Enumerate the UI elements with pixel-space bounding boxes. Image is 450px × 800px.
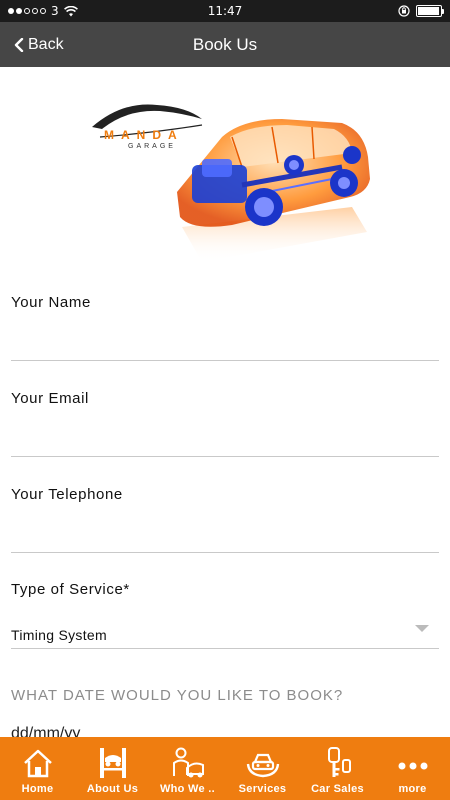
car-key-icon <box>327 747 351 777</box>
tab-home[interactable]: Home <box>0 737 75 800</box>
tab-label: more <box>398 783 427 795</box>
service-label: Type of Service* <box>11 581 130 598</box>
hero-car-image <box>92 104 370 262</box>
more-dots-icon <box>398 762 427 770</box>
service-select[interactable]: Timing System <box>11 617 439 649</box>
page-title: Book Us <box>192 35 258 54</box>
back-button[interactable]: Back <box>14 22 64 67</box>
status-right <box>398 5 444 17</box>
car-hands-icon <box>246 753 279 778</box>
mechanic-icon <box>172 747 204 778</box>
battery-level <box>418 7 439 15</box>
telephone-field-group: Your Telephone <box>11 486 439 503</box>
back-label: Back <box>28 35 64 53</box>
tab-who-we[interactable]: Who We .. <box>150 737 225 800</box>
email-label: Your Email <box>11 390 89 407</box>
date-question: WHAT DATE WOULD YOU LIKE TO BOOK? <box>11 687 344 704</box>
tab-label: Car Sales <box>311 783 364 795</box>
tab-services[interactable]: Services <box>225 737 300 800</box>
lift-icon <box>99 748 126 778</box>
booking-form: MANDA GARAGE Your Name Your Email Your T… <box>0 67 450 737</box>
service-field-group: Type of Service* <box>11 581 439 598</box>
name-field-group: Your Name <box>11 294 439 311</box>
telephone-label: Your Telephone <box>11 486 123 503</box>
tab-car-sales[interactable]: Car Sales <box>300 737 375 800</box>
date-input[interactable] <box>11 719 211 737</box>
telephone-input[interactable] <box>11 521 439 553</box>
nav-bar: Back Book Us <box>0 22 450 67</box>
battery-icon <box>416 5 444 17</box>
wifi-icon <box>63 5 78 16</box>
tab-about-us[interactable]: About Us <box>75 737 150 800</box>
hero-banner: MANDA GARAGE <box>82 97 372 267</box>
carrier-signal: 3 <box>8 4 78 18</box>
tab-more[interactable]: more <box>375 737 450 800</box>
tab-label: Home <box>21 783 54 795</box>
status-bar: 3 11:47 <box>0 0 450 22</box>
signal-strength-icon <box>8 8 46 14</box>
email-field-group: Your Email <box>11 390 439 407</box>
logo-text: MANDA <box>104 128 184 142</box>
name-label: Your Name <box>11 294 91 311</box>
carrier-name: 3 <box>51 4 59 18</box>
name-input[interactable] <box>11 329 439 361</box>
home-icon <box>23 749 52 778</box>
tab-label: Who We .. <box>159 783 216 795</box>
logo-subtext: GARAGE <box>128 143 176 150</box>
email-input[interactable] <box>11 425 439 457</box>
tab-label: Services <box>238 783 287 795</box>
orientation-lock-icon <box>398 5 410 17</box>
chevron-down-icon <box>415 625 429 632</box>
chevron-left-icon <box>14 37 24 52</box>
service-selected-value: Timing System <box>11 627 107 643</box>
tab-label: About Us <box>86 783 139 795</box>
bottom-tab-bar: Home About Us Who We .. Services Car Sal… <box>0 737 450 800</box>
